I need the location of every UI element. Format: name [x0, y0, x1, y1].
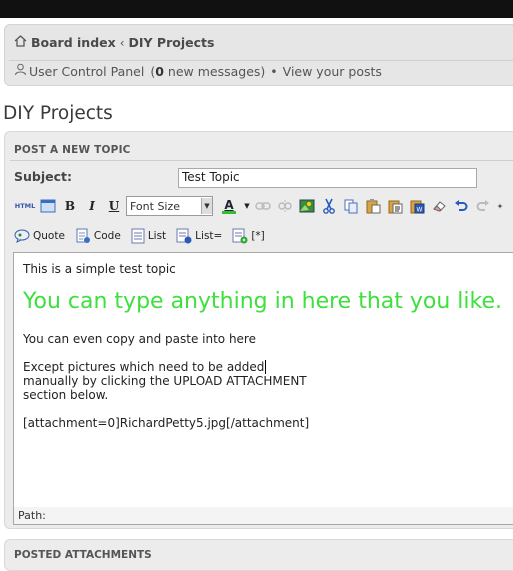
- editor-line-4-text: Except pictures which need to be added: [23, 360, 265, 374]
- top-dark-bar: [0, 0, 513, 18]
- paste-icon[interactable]: [363, 196, 383, 216]
- editor-line-4: Except pictures which need to be added: [23, 360, 267, 374]
- path-label: Path:: [18, 509, 46, 522]
- quote-label: Quote: [33, 230, 65, 242]
- page-title: DIY Projects: [3, 103, 113, 124]
- ordered-list-label: List=: [195, 230, 223, 242]
- breadcrumb-board-index[interactable]: Board index: [31, 35, 116, 50]
- text-cursor: [265, 360, 267, 374]
- user-icon: [14, 63, 27, 79]
- cut-icon[interactable]: [319, 196, 339, 216]
- view-posts-link[interactable]: View your posts: [283, 64, 382, 79]
- list-item-label: [*]: [251, 230, 265, 242]
- ordered-list-icon: [176, 228, 192, 244]
- nav-divider: [9, 60, 513, 61]
- code-label: Code: [93, 230, 121, 242]
- list-item-button[interactable]: [*]: [232, 228, 265, 244]
- section-divider: [10, 160, 513, 161]
- editor-line-3: You can even copy and paste into here: [23, 332, 256, 346]
- message-editor[interactable]: This is a simple test topic You can type…: [13, 252, 513, 508]
- html-source-button[interactable]: HTML: [14, 196, 36, 216]
- unlink-icon[interactable]: [275, 196, 295, 216]
- messages-suffix: new messages: [167, 63, 261, 79]
- underline-button[interactable]: U: [104, 196, 124, 216]
- editor-line-7: [attachment=0]RichardPetty5.jpg[/attachm…: [23, 416, 310, 430]
- font-color-swatch: [222, 210, 236, 214]
- list-item-icon: [232, 228, 248, 244]
- list-label: List: [147, 230, 167, 242]
- more-icon[interactable]: ✦: [495, 196, 505, 216]
- list-icon: [131, 228, 145, 244]
- font-color-button[interactable]: A: [217, 196, 241, 216]
- copy-icon[interactable]: [341, 196, 361, 216]
- undo-icon[interactable]: [451, 196, 471, 216]
- font-size-select[interactable]: Font Size ▼: [126, 196, 213, 216]
- editor-line-1: This is a simple test topic: [23, 262, 176, 276]
- home-icon: [14, 35, 27, 50]
- code-icon: [76, 228, 90, 243]
- editor-big-line: You can type anything in here that you l…: [23, 289, 503, 314]
- messages-link[interactable]: (0 new messages): [146, 64, 265, 79]
- font-color-letter: A: [224, 197, 234, 212]
- subject-label: Subject:: [14, 169, 72, 184]
- posted-attachments-panel: POSTED ATTACHMENTS: [4, 539, 513, 571]
- ucp-line: User Control Panel (0 new messages) • Vi…: [14, 63, 382, 79]
- chevron-down-icon: ▼: [201, 198, 212, 214]
- redo-icon[interactable]: [473, 196, 493, 216]
- paste-text-icon[interactable]: [385, 196, 405, 216]
- breadcrumb-separator: ‹: [119, 35, 125, 50]
- bold-button[interactable]: B: [60, 196, 80, 216]
- code-button[interactable]: Code: [75, 228, 121, 244]
- font-color-dropdown[interactable]: ▼: [243, 196, 251, 216]
- editor-line-6: section below.: [23, 388, 109, 402]
- image-icon[interactable]: [297, 196, 317, 216]
- window-icon: [40, 199, 56, 213]
- fullscreen-button[interactable]: [38, 196, 58, 216]
- italic-button[interactable]: I: [82, 196, 102, 216]
- attachments-title: POSTED ATTACHMENTS: [14, 549, 152, 561]
- paste-word-icon[interactable]: W: [407, 196, 427, 216]
- post-form-panel: POST A NEW TOPIC Subject: Test Topic HTM…: [4, 131, 513, 529]
- ordered-list-button[interactable]: List=: [176, 228, 222, 244]
- editor-line-5: manually by clicking the UPLOAD ATTACHME…: [23, 374, 307, 388]
- svg-text:W: W: [417, 207, 423, 214]
- subject-input[interactable]: Test Topic: [178, 168, 477, 188]
- nav-bullet: •: [270, 63, 278, 79]
- navbar: Board index ‹ DIY Projects User Control …: [4, 24, 513, 86]
- eraser-icon[interactable]: [429, 196, 449, 216]
- quote-icon: [14, 229, 30, 243]
- section-title: POST A NEW TOPIC: [14, 144, 131, 156]
- messages-count: 0: [155, 63, 164, 79]
- editor-status-path: Path:: [13, 507, 513, 525]
- breadcrumb-forum[interactable]: DIY Projects: [129, 35, 215, 50]
- editor-toolbar: HTML B I U Font Size ▼ A ▼ W ✦: [14, 195, 507, 217]
- link-icon[interactable]: [253, 196, 273, 216]
- quote-button[interactable]: Quote: [14, 229, 65, 243]
- ucp-link[interactable]: User Control Panel: [29, 64, 144, 79]
- font-size-value: Font Size: [130, 199, 181, 213]
- bbcode-toolbar: Quote Code List List= [*]: [14, 225, 265, 247]
- list-button[interactable]: List: [131, 228, 166, 244]
- breadcrumb: Board index ‹ DIY Projects: [14, 35, 214, 50]
